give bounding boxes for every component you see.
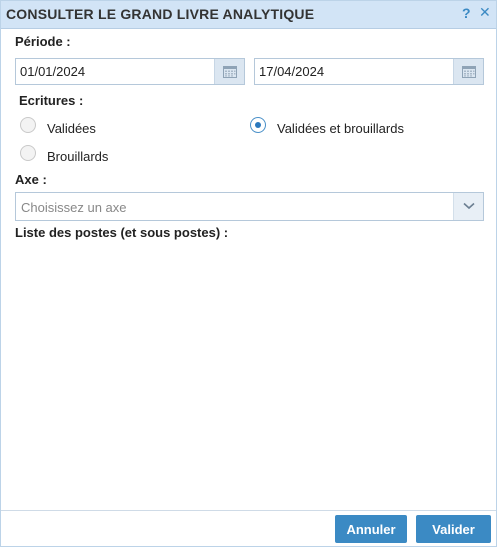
end-date-input[interactable] (255, 59, 453, 84)
submit-button[interactable]: Valider (416, 515, 491, 543)
calendar-icon (462, 66, 476, 78)
radio-validees-label[interactable]: Validées (47, 121, 96, 136)
radio-validees-et-brouillards[interactable] (250, 117, 266, 133)
postes-label: Liste des postes (et sous postes) : (15, 225, 229, 240)
start-date-calendar-button[interactable] (214, 59, 244, 84)
chevron-down-icon (463, 202, 475, 210)
radio-brouillards-label[interactable]: Brouillards (47, 149, 108, 164)
axe-select-placeholder: Choisissez un axe (21, 200, 127, 215)
radio-validees[interactable] (20, 117, 36, 133)
cancel-button[interactable]: Annuler (335, 515, 407, 543)
close-icon[interactable]: ✕ (479, 5, 493, 19)
end-date-field (254, 58, 484, 85)
calendar-icon (223, 66, 237, 78)
footer-divider (1, 510, 496, 511)
ecritures-label: Ecritures : (19, 93, 84, 108)
start-date-field (15, 58, 245, 85)
axe-select-toggle[interactable] (453, 193, 483, 220)
help-icon[interactable]: ? (462, 5, 471, 21)
dialog-title: CONSULTER LE GRAND LIVRE ANALYTIQUE (6, 6, 315, 22)
periode-label: Période : (15, 34, 71, 49)
end-date-calendar-button[interactable] (453, 59, 483, 84)
dialog: CONSULTER LE GRAND LIVRE ANALYTIQUE ? ✕ … (0, 0, 497, 547)
axe-label: Axe : (15, 172, 47, 187)
axe-select[interactable]: Choisissez un axe (15, 192, 484, 221)
start-date-input[interactable] (16, 59, 214, 84)
dialog-titlebar: CONSULTER LE GRAND LIVRE ANALYTIQUE ? ✕ (1, 1, 496, 29)
radio-brouillards[interactable] (20, 145, 36, 161)
radio-validees-et-brouillards-label[interactable]: Validées et brouillards (277, 121, 404, 136)
postes-list[interactable] (15, 245, 484, 503)
